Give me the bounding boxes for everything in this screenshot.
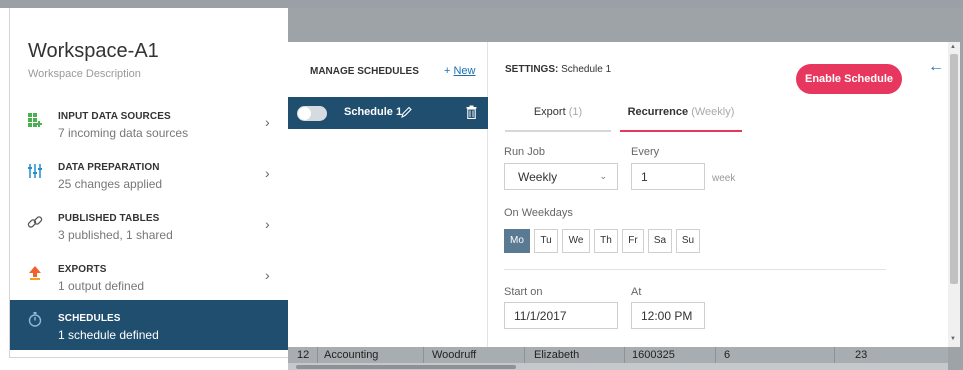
weekday-tu[interactable]: Tu <box>534 229 558 253</box>
weekdays-label: On Weekdays <box>504 207 573 219</box>
sidebar-item-subtitle: 7 incoming data sources <box>58 126 189 140</box>
upload-arrow-icon <box>29 266 41 280</box>
table-cell: Elizabeth <box>534 349 580 361</box>
settings-panel: SETTINGS: Schedule 1 Enable Schedule ← E… <box>488 42 948 347</box>
every-label: Every <box>631 146 660 158</box>
weekday-we[interactable]: We <box>562 229 590 253</box>
sidebar-item-input-data-sources[interactable]: INPUT DATA SOURCES 7 incoming data sourc… <box>10 106 288 156</box>
new-schedule-link[interactable]: + New <box>444 65 476 77</box>
horizontal-scrollbar-thumb[interactable] <box>296 365 516 369</box>
sidebar-item-title: EXPORTS <box>58 264 107 275</box>
time-input[interactable]: 12:00 PM <box>631 302 705 329</box>
sidebar-item-subtitle: 1 schedule defined <box>58 328 159 342</box>
table-cell: 1600325 <box>632 349 675 361</box>
schedules-panel: MANAGE SCHEDULES + New Schedule 1 <box>288 42 488 347</box>
manage-schedules-title: MANAGE SCHEDULES <box>310 66 419 77</box>
schedule-name: Schedule 1 <box>344 106 403 118</box>
sidebar-item-title: PUBLISHED TABLES <box>58 213 160 224</box>
sidebar-item-data-preparation[interactable]: DATA PREPARATION 25 changes applied › <box>10 157 288 207</box>
chevron-right-icon: › <box>265 114 270 130</box>
cell-divider <box>524 347 525 363</box>
schedule-list-item[interactable]: Schedule 1 <box>288 97 488 129</box>
tab-label: Recurrence <box>627 106 689 118</box>
sidebar-item-title: SCHEDULES <box>58 313 121 324</box>
cell-divider <box>715 347 716 363</box>
settings-label: SETTINGS: <box>505 64 559 75</box>
back-arrow-icon[interactable]: ← <box>928 58 944 76</box>
tab-count: (Weekly) <box>691 106 735 118</box>
workspace-title: Workspace-A1 <box>28 40 159 62</box>
weekday-sa[interactable]: Sa <box>648 229 672 253</box>
schedule-toggle[interactable] <box>297 106 327 121</box>
cell-divider <box>317 347 318 363</box>
chevron-right-icon: › <box>265 165 270 181</box>
link-icon <box>27 216 43 228</box>
weekday-th[interactable]: Th <box>594 229 618 253</box>
run-job-label: Run Job <box>504 146 545 158</box>
cell-divider <box>423 347 424 363</box>
stopwatch-icon <box>28 312 42 327</box>
every-unit: week <box>712 173 736 184</box>
table-row: 12 Accounting Woodruff Elizabeth 1600325… <box>288 347 948 363</box>
workspace-description: Workspace Description <box>28 68 141 80</box>
trash-icon[interactable] <box>466 105 477 119</box>
sliders-icon <box>28 164 42 178</box>
toggle-knob <box>298 107 311 120</box>
sidebar-item-schedules[interactable]: SCHEDULES 1 schedule defined <box>10 300 288 350</box>
table-cell: Woodruff <box>432 349 477 361</box>
tab-export[interactable]: Export (1) <box>505 106 611 132</box>
every-input[interactable]: 1 <box>631 163 705 190</box>
table-cell: 6 <box>724 349 731 361</box>
sidebar-item-title: DATA PREPARATION <box>58 162 160 173</box>
grid-plus-icon <box>28 113 42 127</box>
tab-recurrence[interactable]: Recurrence (Weekly) <box>620 106 742 132</box>
scroll-up-icon[interactable]: ▲ <box>950 44 956 50</box>
sidebar-item-subtitle: 1 output defined <box>58 279 145 293</box>
table-cell: Accounting <box>324 349 379 361</box>
at-label: At <box>631 286 642 298</box>
tab-count: (1) <box>568 106 583 118</box>
pencil-icon[interactable] <box>400 105 412 119</box>
section-divider <box>504 269 886 270</box>
cell-divider <box>834 347 835 363</box>
settings-title: SETTINGS: Schedule 1 <box>505 64 611 75</box>
cell-divider <box>624 347 625 363</box>
run-job-value: Weekly <box>518 170 558 184</box>
weekday-mo[interactable]: Mo <box>504 229 530 253</box>
chevron-right-icon: › <box>265 267 270 283</box>
sidebar-item-subtitle: 25 changes applied <box>58 177 163 191</box>
sidebar-item-published-tables[interactable]: PUBLISHED TABLES 3 published, 1 shared › <box>10 208 288 258</box>
chevron-right-icon: › <box>265 216 270 232</box>
settings-schedule-name: Schedule 1 <box>561 64 612 75</box>
workspace-sidebar: Workspace-A1 Workspace Description INPUT… <box>9 8 288 358</box>
scroll-down-icon[interactable]: ▼ <box>950 336 956 342</box>
table-cell: 12 <box>297 349 310 361</box>
chevron-down-icon: ⌄ <box>599 171 607 181</box>
sidebar-item-subtitle: 3 published, 1 shared <box>58 228 173 242</box>
weekday-su[interactable]: Su <box>676 229 700 253</box>
top-band <box>0 0 963 8</box>
weekday-fr[interactable]: Fr <box>622 229 644 253</box>
new-label: New <box>453 65 476 77</box>
run-job-select[interactable]: Weekly ⌄ <box>504 163 618 190</box>
start-date-input[interactable]: 11/1/2017 <box>504 302 618 329</box>
enable-schedule-button[interactable]: Enable Schedule <box>796 64 902 94</box>
start-on-label: Start on <box>504 286 543 298</box>
table-cell: 23 <box>855 349 868 361</box>
scrollbar-thumb[interactable] <box>950 54 958 284</box>
tab-label: Export <box>533 106 566 118</box>
sidebar-item-title: INPUT DATA SOURCES <box>58 111 171 122</box>
